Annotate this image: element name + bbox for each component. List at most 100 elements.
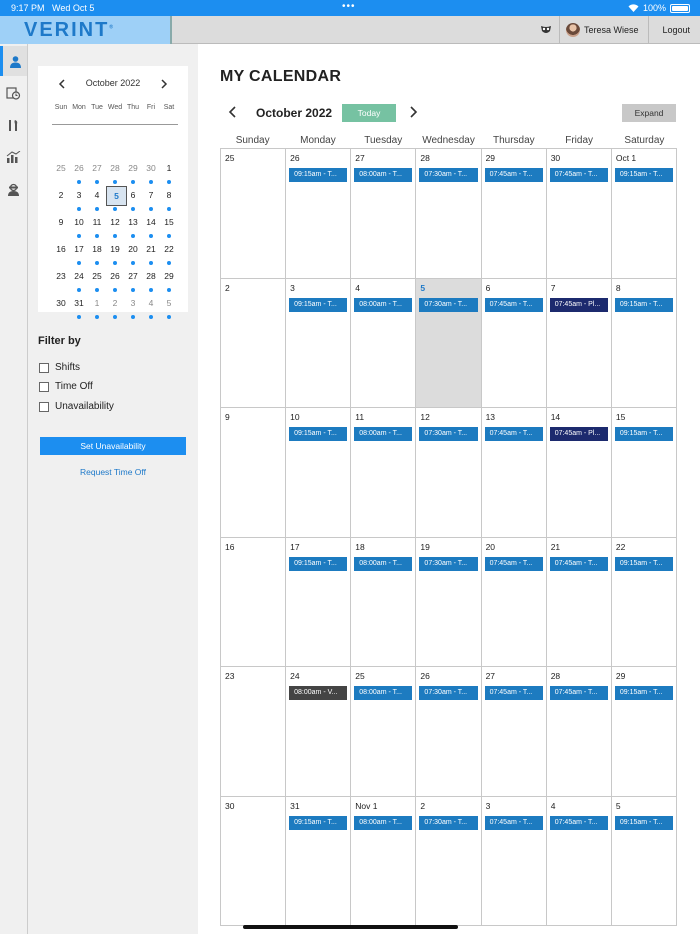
event-shift[interactable]: 07:45am - T...: [484, 168, 543, 182]
day-cell[interactable]: 27 08:00am - T...: [351, 149, 417, 279]
mini-day[interactable]: 24: [70, 266, 88, 293]
day-cell[interactable]: 25: [221, 149, 287, 279]
event-shift[interactable]: 08:00am - T...: [354, 168, 413, 182]
mini-day[interactable]: 27: [88, 158, 106, 185]
mini-day[interactable]: 30: [142, 158, 160, 185]
day-cell[interactable]: 30 07:45am - T...: [546, 149, 612, 279]
mini-day[interactable]: 3: [124, 293, 142, 320]
day-cell[interactable]: 22 09:15am - T...: [611, 537, 677, 667]
day-cell[interactable]: 31 09:15am - T...: [286, 796, 352, 926]
mini-day[interactable]: 31: [70, 293, 88, 320]
day-cell[interactable]: 14 07:45am - Pl...: [546, 408, 612, 538]
mini-day[interactable]: 9: [52, 212, 70, 239]
day-cell[interactable]: 6 07:45am - T...: [481, 278, 547, 408]
mini-day[interactable]: 25: [52, 158, 70, 185]
event-shift[interactable]: 07:30am - T...: [419, 297, 478, 312]
filter-shifts[interactable]: Shifts: [39, 362, 80, 373]
mini-day[interactable]: 18: [88, 239, 106, 266]
logout-button[interactable]: Logout: [649, 25, 700, 35]
mini-day[interactable]: 29: [124, 158, 142, 185]
event-vac[interactable]: 08:00am - V...: [289, 686, 348, 700]
day-cell[interactable]: 16: [221, 537, 287, 667]
mini-day[interactable]: 4: [142, 293, 160, 320]
mini-day[interactable]: 2: [52, 185, 70, 212]
day-cell[interactable]: 17 09:15am - T...: [286, 537, 352, 667]
event-shift[interactable]: 08:00am - T...: [354, 427, 413, 441]
event-shift[interactable]: 09:15am - T...: [289, 168, 348, 182]
event-shift[interactable]: 07:45am - T...: [484, 297, 543, 312]
mini-day[interactable]: 3: [70, 185, 88, 212]
mask-icon[interactable]: [534, 16, 560, 44]
multitask-dots[interactable]: •••: [342, 1, 356, 12]
mini-day[interactable]: 2: [106, 293, 124, 320]
day-cell[interactable]: 19 07:30am - T...: [416, 537, 482, 667]
mini-day[interactable]: 28: [106, 158, 124, 185]
day-cell[interactable]: 11 08:00am - T...: [351, 408, 417, 538]
day-cell[interactable]: 23: [221, 667, 287, 797]
event-shift[interactable]: 07:45am - T...: [549, 168, 608, 182]
unavailability-checkbox[interactable]: [39, 401, 49, 412]
day-cell[interactable]: 26 07:30am - T...: [416, 667, 482, 797]
mini-day[interactable]: 14: [142, 212, 160, 239]
mini-day[interactable]: 8: [160, 185, 178, 212]
day-cell[interactable]: 7 07:45am - Pl...: [546, 278, 612, 408]
event-shift[interactable]: 09:15am - T...: [614, 297, 673, 312]
mini-day[interactable]: 25: [88, 266, 106, 293]
mini-day-selected[interactable]: 5: [106, 185, 127, 212]
day-cell[interactable]: 12 07:30am - T...: [416, 408, 482, 538]
filter-unavailability[interactable]: Unavailability: [39, 401, 114, 412]
day-cell[interactable]: 4 08:00am - T...: [351, 278, 417, 408]
mini-day[interactable]: 5: [160, 293, 178, 320]
day-cell[interactable]: 2: [221, 278, 287, 408]
mini-day[interactable]: 1: [160, 158, 178, 185]
day-cell[interactable]: 26 09:15am - T...: [286, 149, 352, 279]
event-shift[interactable]: 07:30am - T...: [419, 686, 478, 700]
mini-day[interactable]: 16: [52, 239, 70, 266]
day-cell[interactable]: 3 09:15am - T...: [286, 278, 352, 408]
set-unavailability-button[interactable]: Set Unavailability: [40, 437, 186, 455]
event-shift[interactable]: 07:45am - T...: [549, 815, 608, 830]
mini-day[interactable]: 15: [160, 212, 178, 239]
day-cell[interactable]: 25 08:00am - T...: [351, 667, 417, 797]
mini-next-month-icon[interactable]: [157, 77, 171, 91]
day-cell[interactable]: 13 07:45am - T...: [481, 408, 547, 538]
event-shift[interactable]: 09:15am - T...: [289, 556, 348, 571]
today-button[interactable]: Today: [342, 104, 396, 122]
event-shift[interactable]: 07:30am - T...: [419, 815, 478, 830]
prev-month-icon[interactable]: [226, 105, 238, 119]
mini-day[interactable]: 20: [124, 239, 142, 266]
reports-icon[interactable]: [0, 142, 27, 172]
day-cell[interactable]: 24 08:00am - V...: [286, 667, 352, 797]
day-cell[interactable]: 4 07:45am - T...: [546, 796, 612, 926]
event-shift[interactable]: 07:45am - T...: [484, 556, 543, 571]
day-cell[interactable]: 5 09:15am - T...: [611, 796, 677, 926]
mini-day[interactable]: 6: [124, 185, 142, 212]
event-shift[interactable]: 09:15am - T...: [614, 556, 673, 571]
event-shift[interactable]: 07:45am - T...: [484, 427, 543, 441]
event-planned[interactable]: 07:45am - Pl...: [549, 297, 608, 312]
event-shift[interactable]: 08:00am - T...: [354, 686, 413, 700]
event-shift[interactable]: 09:15am - T...: [614, 427, 673, 441]
mini-day[interactable]: 7: [142, 185, 160, 212]
mini-day[interactable]: 19: [106, 239, 124, 266]
mini-day[interactable]: 27: [124, 266, 142, 293]
event-shift[interactable]: 07:45am - T...: [549, 686, 608, 700]
day-cell[interactable]: 3 07:45am - T...: [481, 796, 547, 926]
event-shift[interactable]: 07:45am - T...: [549, 556, 608, 571]
day-cell[interactable]: 18 08:00am - T...: [351, 537, 417, 667]
event-shift[interactable]: 09:15am - T...: [614, 815, 673, 830]
event-shift[interactable]: 09:15am - T...: [289, 297, 348, 312]
mini-day[interactable]: 23: [52, 266, 70, 293]
day-cell-today[interactable]: 5 07:30am - T...: [416, 278, 482, 408]
mini-day[interactable]: 4: [88, 185, 106, 212]
day-cell[interactable]: Oct 1 09:15am - T...: [611, 149, 677, 279]
event-shift[interactable]: 07:30am - T...: [419, 556, 478, 571]
mini-day[interactable]: 12: [106, 212, 124, 239]
day-cell[interactable]: 21 07:45am - T...: [546, 537, 612, 667]
day-cell[interactable]: 29 09:15am - T...: [611, 667, 677, 797]
mini-day[interactable]: 13: [124, 212, 142, 239]
time-off-checkbox[interactable]: [39, 381, 49, 392]
event-shift[interactable]: 09:15am - T...: [289, 427, 348, 441]
mini-day[interactable]: 22: [160, 239, 178, 266]
day-cell[interactable]: 28 07:45am - T...: [546, 667, 612, 797]
